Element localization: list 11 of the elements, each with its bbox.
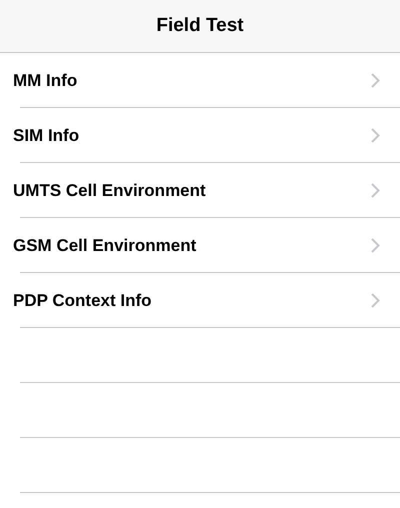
chevron-icon (371, 238, 380, 253)
chevron-icon (371, 73, 380, 88)
list-item[interactable]: SIM Info (0, 108, 400, 163)
chevron-icon (371, 128, 380, 143)
chevron-icon (371, 183, 380, 198)
list-item[interactable]: UMTS Cell Environment (0, 163, 400, 218)
chevron-icon (371, 293, 380, 308)
list-item[interactable]: MM Info (0, 53, 400, 108)
list-item[interactable]: GSM Cell Environment (0, 218, 400, 273)
list-item[interactable]: PDP Context Info (0, 273, 400, 328)
navigation-title: Field Test (156, 14, 244, 38)
